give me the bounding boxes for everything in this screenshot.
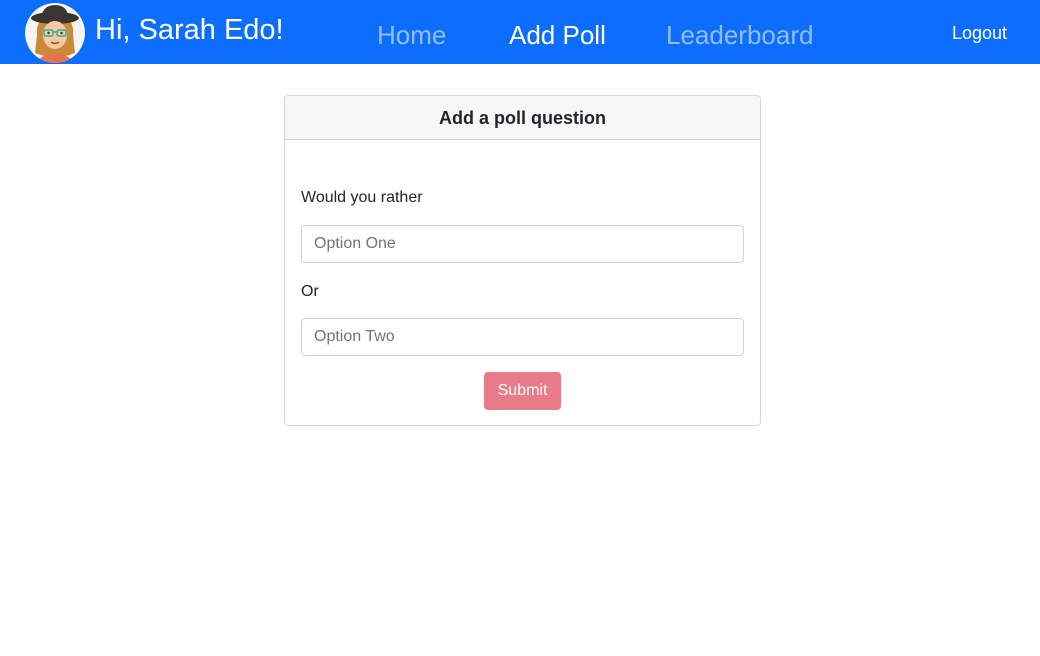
option-two-input[interactable] [301, 318, 744, 356]
avatar [25, 3, 85, 63]
greeting-text: Hi, Sarah Edo! [95, 14, 284, 46]
navbar: Hi, Sarah Edo! Home Add Poll Leaderboard… [0, 0, 1040, 64]
nav-link-add-poll[interactable]: Add Poll [509, 18, 606, 52]
nav-link-leaderboard[interactable]: Leaderboard [666, 18, 813, 52]
nav-link-home[interactable]: Home [377, 18, 446, 52]
card-title: Add a poll question [285, 96, 760, 140]
logout-button[interactable]: Logout [952, 21, 1007, 45]
submit-button[interactable]: Submit [484, 372, 561, 410]
or-label: Or [301, 283, 319, 300]
option-one-input[interactable] [301, 225, 744, 263]
add-poll-card: Add a poll question Would you rather Or … [284, 95, 761, 426]
would-you-rather-label: Would you rather [301, 189, 423, 206]
avatar-icon [25, 3, 85, 63]
